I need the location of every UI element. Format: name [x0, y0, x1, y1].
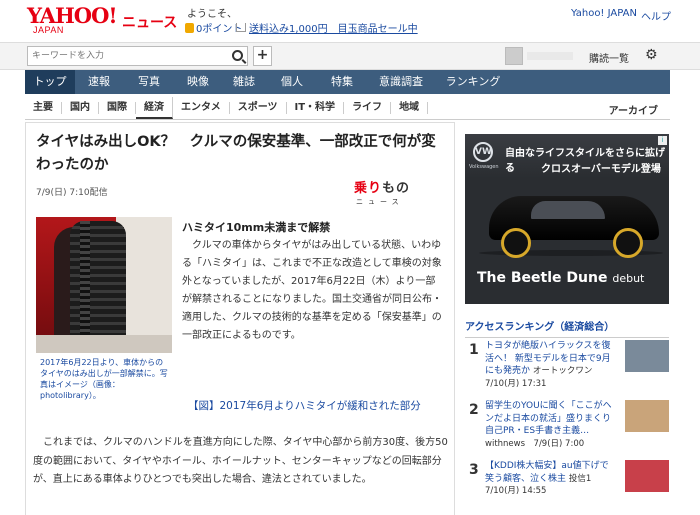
main-nav: トップ 速報 写真 映像 雑誌 個人 特集 意識調査 ランキング [25, 70, 670, 94]
mainnav-item-top[interactable]: トップ [25, 70, 75, 94]
avatar[interactable] [505, 47, 523, 65]
site-name[interactable]: ニュース [122, 12, 177, 32]
search-input[interactable] [28, 47, 228, 65]
subscription-list-link[interactable]: 購読一覧 [589, 50, 629, 65]
car-window [531, 201, 605, 219]
search-icon[interactable] [232, 50, 243, 61]
source-logo-chars: 乗 り も の [354, 181, 420, 196]
coin-icon [185, 22, 194, 33]
section-heading: ハミタイ10mm未満まで解禁 [182, 221, 331, 234]
adchoices-icon[interactable]: i [658, 136, 667, 145]
mainnav-item-photos[interactable]: 写真 [123, 70, 175, 94]
vw-logo-icon: VW [473, 142, 493, 162]
source-logo-char: り [368, 181, 382, 196]
ad-headline-suffix: debut [612, 272, 645, 285]
car-wheel [501, 228, 531, 258]
shipping-promo-link[interactable]: 送料込み1,000円 目玉商品セール中 [236, 20, 418, 35]
mainnav-item-magazines[interactable]: 雑誌 [221, 70, 267, 94]
car-image [479, 188, 663, 258]
photo-caption[interactable]: 2017年6月22日より、車体からのタイヤのはみ出しが一部解禁に。写真はイメージ… [40, 357, 170, 401]
article-date: 7/9(日) 7:10配信 [36, 188, 108, 198]
advertisement[interactable]: VW Volkswagen 自由なライフスタイルをさらに拡げる クロスオーバーモ… [465, 134, 669, 304]
rank-text-block: 【KDDI株大幅安】au値下げで笑う顧客、泣く株主 投信1 7/10(月) 14… [485, 460, 617, 498]
mainnav-item-breaking[interactable]: 速報 [75, 70, 123, 94]
subnav-item-international[interactable]: 国際 [99, 101, 136, 114]
ground [36, 335, 172, 353]
source-logo-char: 乗 [354, 181, 368, 196]
logo-subtext: JAPAN [33, 25, 64, 35]
subnav-item-life[interactable]: ライフ [344, 101, 392, 114]
points-link[interactable]: 0ポイント [185, 20, 242, 35]
subnav-item-main[interactable]: 主要 [25, 101, 62, 114]
article: タイヤはみ出しOK？ クルマの保安基準、一部改正で何が変わったのか 7/9(日)… [25, 122, 455, 515]
welcome-text: ようこそ、 [187, 9, 237, 20]
rank-thumbnail [625, 460, 669, 492]
rank-number: 2 [469, 402, 479, 418]
subnav-item-sports[interactable]: スポーツ [230, 101, 287, 114]
mainnav-item-individual[interactable]: 個人 [267, 70, 317, 94]
car-wheel [613, 228, 643, 258]
source-logo[interactable]: 乗 り も の ニュース [354, 181, 420, 207]
cart-icon [236, 23, 246, 32]
source-logo-char: の [396, 181, 410, 196]
ad-copy-line2: クロスオーバーモデル登場 [541, 164, 661, 175]
source-logo-char: も [382, 181, 396, 196]
search-box [27, 46, 248, 66]
yahoo-japan-link[interactable]: Yahoo! JAPAN [571, 8, 637, 19]
article-paragraph: クルマの車体からタイヤがはみ出している状態、いわゆる「ハミタイ」は、これまで不正… [182, 240, 442, 341]
gear-icon[interactable]: ⚙ [645, 48, 659, 62]
rank-text-block: トヨタが絶版ハイラックスを復活へ！ 新型モデルを日本で9月にも発売か オートック… [485, 340, 617, 390]
ad-headline-main: The Beetle Dune [477, 270, 608, 286]
ad-headline: The Beetle Dune debut [477, 270, 644, 286]
subnav-item-entertainment[interactable]: エンタメ [173, 101, 230, 114]
mainnav-item-features[interactable]: 特集 [317, 70, 367, 94]
subnav-item-region[interactable]: 地域 [391, 101, 429, 114]
top-header: YAHOO! JAPAN ニュース ようこそ、 0ポイント 送料込み1,000円… [0, 0, 700, 42]
figure-link[interactable]: 【図】2017年6月よりハミタイが緩和された部分 [188, 398, 421, 413]
rank-thumbnail [625, 340, 669, 372]
ranking-title[interactable]: アクセスランキング（経済総合） [465, 318, 669, 338]
ranking-item[interactable]: 3 【KDDI株大幅安】au値下げで笑う顧客、泣く株主 投信1 7/10(月) … [465, 458, 670, 510]
article-title: タイヤはみ出しOK？ クルマの保安基準、一部改正で何が変わったのか [36, 134, 436, 173]
ranking-item[interactable]: 2 留学生のYOUに聞く「ここがヘンだよ日本の就活」盛りまくり自己PR・ES手書… [465, 398, 670, 450]
article-photo[interactable] [36, 217, 172, 353]
shipping-promo-label: 送料込み1,000円 目玉商品セール中 [249, 24, 418, 35]
add-button[interactable]: + [253, 46, 272, 66]
rank-number: 1 [469, 342, 479, 358]
ranking-item[interactable]: 1 トヨタが絶版ハイラックスを復活へ！ 新型モデルを日本で9月にも発売か オート… [465, 338, 670, 390]
rank-thumbnail [625, 400, 669, 432]
rank-headline: 留学生のYOUに聞く「ここがヘンだよ日本の就活」盛りまくり自己PR・ES手書き主… [485, 401, 612, 436]
subnav-item-domestic[interactable]: 国内 [62, 101, 99, 114]
article-paragraph: これまでは、クルマのハンドルを直進方向にした際、タイヤ中心部から前方30度、後方… [33, 437, 448, 485]
tire [70, 221, 126, 353]
ad-brand-label: Volkswagen [469, 164, 499, 170]
logo-text: YAHOO! [27, 3, 118, 28]
yahoo-japan-logo[interactable]: YAHOO! JAPAN [27, 3, 119, 36]
mainnav-item-survey[interactable]: 意識調査 [367, 70, 435, 94]
source-logo-sub: ニュース [356, 198, 404, 206]
archive-link[interactable]: アーカイブ [609, 102, 658, 117]
mainnav-item-ranking[interactable]: ランキング [435, 70, 511, 94]
search-bar: + 購読一覧 ⚙ [0, 42, 700, 70]
rank-text-block: 留学生のYOUに聞く「ここがヘンだよ日本の就活」盛りまくり自己PR・ES手書き主… [485, 400, 617, 450]
rank-meta: withnews 7/9(日) 7:00 [485, 438, 585, 449]
mainnav-item-video[interactable]: 映像 [175, 70, 221, 94]
subnav-item-economy[interactable]: 経済 [136, 96, 173, 119]
help-link[interactable]: ヘルプ [641, 8, 671, 23]
category-nav: 主要 国内 国際 経済 エンタメ スポーツ IT・科学 ライフ 地域 アーカイブ [25, 96, 670, 120]
subnav-item-it-science[interactable]: IT・科学 [287, 101, 345, 114]
rank-number: 3 [469, 462, 479, 478]
user-name-placeholder [527, 52, 573, 60]
